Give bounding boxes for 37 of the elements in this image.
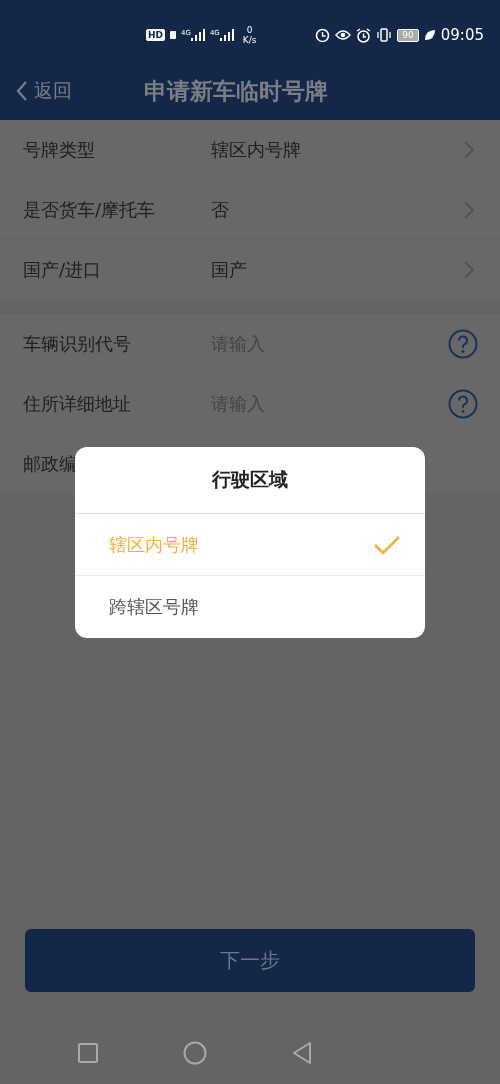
dialog-title: 行驶区域 bbox=[75, 447, 425, 514]
next-button[interactable]: 下一步 bbox=[25, 929, 475, 992]
alarm-icon bbox=[356, 27, 372, 43]
chevron-icon bbox=[464, 200, 474, 219]
help-icon bbox=[448, 328, 478, 359]
field-label: 号牌类型 bbox=[23, 137, 96, 162]
speed-value: 0 bbox=[246, 25, 253, 35]
clock-icon bbox=[315, 27, 331, 43]
page-title: 申请新车临时号牌 bbox=[144, 76, 328, 106]
chevron-icon bbox=[464, 260, 474, 279]
eye-icon bbox=[335, 29, 352, 41]
sim-icon bbox=[170, 31, 176, 39]
recent-apps-icon bbox=[78, 1043, 98, 1063]
field-label: 住所详细地址 bbox=[23, 391, 132, 416]
home-icon bbox=[183, 1041, 207, 1065]
field-value: 国产 bbox=[211, 257, 248, 282]
check-icon bbox=[373, 534, 401, 555]
field-label: 是否货车/摩托车 bbox=[23, 197, 157, 222]
battery-icon: 90 bbox=[397, 28, 419, 42]
signal-icon bbox=[190, 29, 205, 41]
back-icon bbox=[16, 81, 28, 101]
help-icon bbox=[448, 388, 478, 419]
field-label: 车辆识别代号 bbox=[23, 331, 132, 356]
dialog-option[interactable]: 辖区内号牌 bbox=[75, 514, 425, 576]
chevron-icon bbox=[464, 140, 474, 159]
field-value: 否 bbox=[211, 197, 230, 222]
field-label: 国产/进口 bbox=[23, 257, 103, 282]
clock-time: 09:05 bbox=[440, 26, 484, 44]
leaf-icon bbox=[423, 29, 436, 41]
back-button[interactable]: 返回 bbox=[16, 78, 72, 104]
back-nav-icon bbox=[292, 1042, 312, 1064]
signal-icon bbox=[219, 29, 234, 41]
field-value: 辖区内号牌 bbox=[211, 137, 302, 162]
hd-badge: HD bbox=[146, 29, 165, 41]
speed-unit: K/s bbox=[242, 35, 257, 45]
vibrate-icon bbox=[376, 28, 393, 42]
dialog-option[interactable]: 跨辖区号牌 bbox=[75, 576, 425, 638]
